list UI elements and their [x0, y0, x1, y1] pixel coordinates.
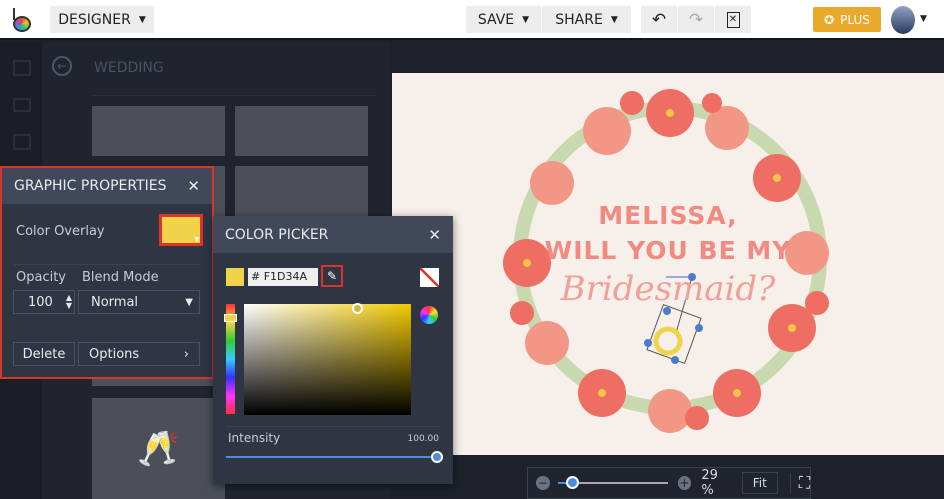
caret-down-icon: ▼	[194, 236, 199, 243]
hue-slider[interactable]	[224, 304, 237, 414]
blend-mode-value: Normal	[91, 294, 139, 310]
undo-button[interactable]: ↶	[641, 6, 677, 33]
layout-icon[interactable]	[13, 134, 31, 150]
color-picker-thumb[interactable]	[352, 303, 363, 314]
delete-button[interactable]: Delete	[13, 342, 75, 366]
chevron-down-icon: ▼	[185, 296, 193, 308]
blend-mode-select[interactable]: Normal ▼	[78, 290, 200, 314]
divider	[226, 426, 439, 427]
library-title: WEDDING	[94, 60, 164, 76]
intensity-slider-thumb[interactable]	[431, 451, 443, 463]
share-label: SHARE	[555, 11, 603, 28]
graphic-thumb-cake[interactable]	[92, 106, 225, 156]
avatar-caret-icon[interactable]: ▼	[920, 14, 927, 24]
graphic-thumb-lace[interactable]	[235, 106, 368, 156]
fit-button[interactable]: Fit	[741, 472, 778, 494]
zoom-value: 29 %	[701, 468, 718, 498]
design-canvas[interactable]: MELISSA, WILL YOU BE MY Bridesmaid?	[392, 73, 944, 455]
opacity-stepper[interactable]: 100 ▲ ▼	[13, 290, 75, 314]
close-icon[interactable]: ✕	[187, 177, 200, 195]
color-wheel-icon[interactable]	[420, 306, 438, 324]
panel-title: COLOR PICKER	[225, 226, 329, 243]
plus-button[interactable]: ✪ PLUS	[813, 7, 881, 32]
zoom-in-button[interactable]: +	[677, 476, 692, 490]
chevron-right-icon: ›	[183, 346, 189, 362]
divider	[14, 264, 200, 265]
current-color-swatch	[226, 268, 244, 286]
avatar[interactable]	[891, 6, 915, 34]
opacity-value: 100	[28, 294, 53, 310]
caret-down-icon: ▼	[138, 14, 146, 25]
image-icon[interactable]	[13, 60, 31, 76]
badge-icon: ✪	[824, 12, 835, 27]
designer-menu[interactable]: DESIGNER ▼	[50, 6, 154, 33]
no-color-button[interactable]	[420, 268, 439, 287]
graphic-properties-panel: GRAPHIC PROPERTIES ✕ Color Overlay ▼ Opac…	[0, 166, 214, 379]
close-icon[interactable]: ✕	[428, 226, 441, 244]
save-label: SAVE	[477, 11, 515, 28]
intensity-value: 100.00	[407, 434, 440, 444]
opacity-label: Opacity	[16, 270, 67, 285]
panel-header: GRAPHIC PROPERTIES ✕	[2, 168, 212, 204]
intensity-label: Intensity	[228, 431, 281, 445]
folder-icon[interactable]	[13, 98, 31, 112]
close-box-icon: ✕	[726, 11, 740, 28]
hue-slider-thumb[interactable]	[224, 314, 237, 322]
graphic-thumb-champagne[interactable]: 🥂	[92, 398, 225, 499]
plus-label: PLUS	[840, 12, 870, 27]
options-label: Options	[89, 346, 140, 362]
zoom-slider[interactable]	[557, 476, 668, 489]
color-overlay-swatch[interactable]: ▼	[159, 214, 203, 246]
redo-button[interactable]: ↷	[678, 6, 714, 33]
eyedropper-button[interactable]: ✎	[321, 265, 343, 287]
caret-down-icon: ▼	[610, 14, 618, 25]
headline-line-2[interactable]: WILL YOU BE MY	[392, 236, 944, 265]
stepper-arrows-icon[interactable]: ▲ ▼	[66, 294, 72, 310]
app-logo[interactable]	[12, 8, 32, 32]
clear-button[interactable]: ✕	[715, 6, 751, 33]
top-bar: DESIGNER ▼ SAVE ▼ SHARE ▼ ↶ ↷ ✕ ✪ PLUS ▼	[0, 0, 944, 40]
fullscreen-icon[interactable]: ⛶	[789, 473, 810, 493]
delete-label: Delete	[22, 346, 66, 362]
back-icon[interactable]: ←	[52, 56, 72, 76]
divider	[92, 95, 376, 96]
panel-header: COLOR PICKER ✕	[213, 216, 453, 253]
blend-mode-label: Blend Mode	[82, 270, 159, 285]
share-button[interactable]: SHARE ▼	[542, 6, 631, 33]
zoom-slider-thumb[interactable]	[565, 476, 579, 489]
saturation-brightness-area[interactable]	[244, 303, 411, 415]
zoom-out-button[interactable]: −	[536, 476, 550, 490]
caret-down-icon: ▼	[522, 14, 530, 25]
options-button[interactable]: Options ›	[78, 342, 200, 366]
headline-line-1[interactable]: MELISSA,	[392, 201, 944, 230]
intensity-slider[interactable]	[226, 451, 443, 463]
zoom-controls: − + 29 % Fit ⛶	[527, 467, 811, 499]
color-picker-panel: COLOR PICKER ✕ # F1D34A ✎ Intensity 100.0…	[213, 216, 453, 484]
designer-label: DESIGNER	[58, 11, 131, 28]
hex-input[interactable]: # F1D34A	[248, 268, 318, 286]
color-overlay-label: Color Overlay	[16, 224, 105, 239]
save-button[interactable]: SAVE ▼	[466, 6, 541, 33]
panel-title: GRAPHIC PROPERTIES	[14, 178, 167, 194]
headline-line-3[interactable]: Bridesmaid?	[392, 269, 944, 309]
